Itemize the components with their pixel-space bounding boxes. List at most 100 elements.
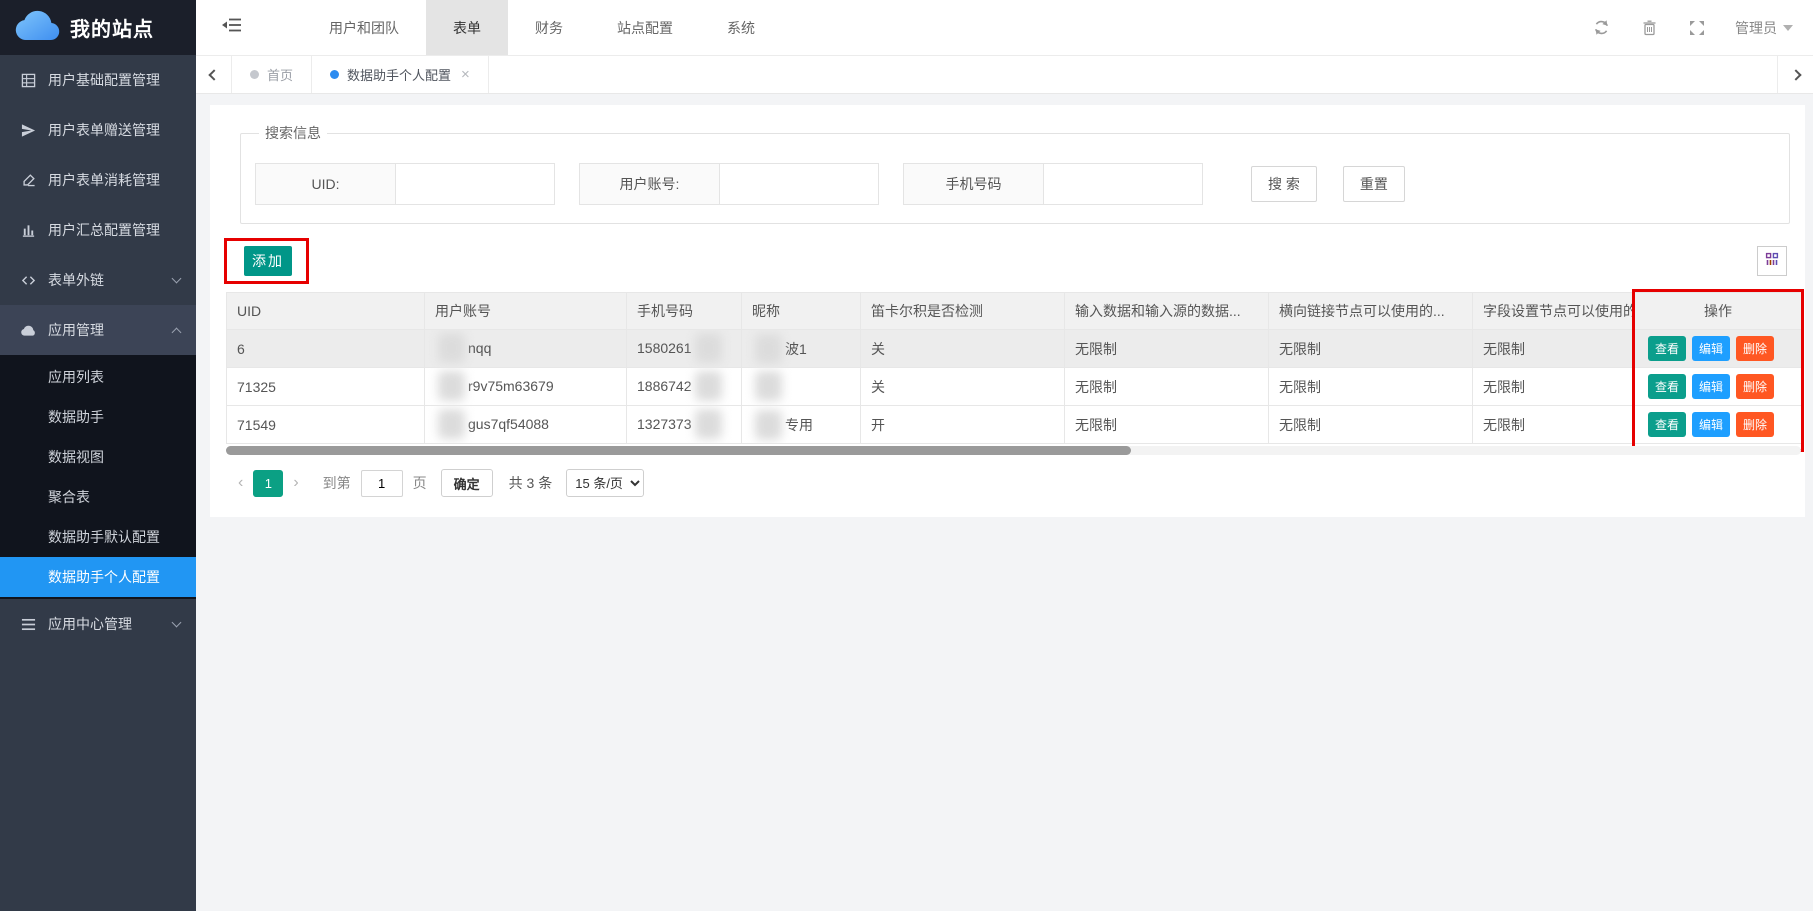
chevron-down-icon [1783,25,1793,31]
column-header: 输入数据和输入源的数据... [1065,293,1269,330]
goto-page-input[interactable] [361,470,403,497]
view-button[interactable]: 查看 [1648,412,1686,437]
sidebar-subitem[interactable]: 数据视图 [0,437,196,477]
column-settings-button[interactable] [1757,246,1787,276]
column-header: 手机号码 [627,293,742,330]
fullscreen-icon[interactable] [1673,20,1721,36]
redacted-blur [755,334,782,364]
redacted-blur [695,409,722,439]
nav-tab[interactable]: 表单 [426,0,508,55]
table-toolbar: 添加 [226,238,1795,284]
sidebar-subitem[interactable]: 数据助手个人配置 [0,557,196,597]
sidebar-item[interactable]: 用户汇总配置管理 [0,205,196,255]
breadcrumb-tabs: 首页数据助手个人配置× [232,56,489,93]
table-row: 71325r9v75m636791886742关无限制无限制无限制查看编辑删除 [227,368,1802,406]
horizontal-scrollbar [226,446,1801,455]
reset-button[interactable]: 重置 [1343,166,1405,202]
nav-tabs: 用户和团队表单财务站点配置系统 [302,0,782,55]
cell-nickname: 波1 [742,330,861,368]
sidebar-menu: 用户基础配置管理用户表单赠送管理用户表单消耗管理用户汇总配置管理表单外链应用管理 [0,55,196,355]
next-page-button[interactable]: › [283,474,308,492]
search-field: 手机号码 [903,163,1203,205]
field-input[interactable] [720,164,878,204]
field-label: 用户账号: [580,164,720,204]
field-input[interactable] [1044,164,1202,204]
edit-button[interactable]: 编辑 [1692,336,1730,361]
sidebar-bottom: 应用中心管理 [0,599,196,649]
data-table: UID用户账号手机号码昵称笛卡尔积是否检测输入数据和输入源的数据...横向链接节… [226,292,1802,444]
chevron-down-icon [172,274,182,284]
search-row: UID: 用户账号: 手机号码 搜 索 重置 [255,163,1789,205]
breadcrumb-tab[interactable]: 首页 [232,56,312,93]
add-button-highlight-box: 添加 [224,238,309,284]
view-button[interactable]: 查看 [1648,374,1686,399]
field-label: UID: [256,164,396,204]
redacted-blur [438,333,465,363]
tabs-scroll-left-button[interactable] [196,56,232,93]
cell-nickname: 专用 [742,406,861,444]
link-icon [20,272,36,288]
cell-account: nqq [425,330,627,368]
breadcrumb-tab[interactable]: 数据助手个人配置× [312,56,489,93]
collapse-sidebar-button[interactable] [196,16,266,39]
user-menu[interactable]: 管理员 [1735,18,1793,38]
refresh-icon[interactable] [1577,19,1626,36]
tab-dot-icon [330,70,339,79]
search-field: 用户账号: [579,163,879,205]
edit-button[interactable]: 编辑 [1692,374,1730,399]
page-size-select[interactable]: 15 条/页 [566,469,644,497]
cell-account: gus7qf54088 [425,406,627,444]
prev-page-button[interactable]: ‹ [228,474,253,492]
table-header-row: UID用户账号手机号码昵称笛卡尔积是否检测输入数据和输入源的数据...横向链接节… [227,293,1802,330]
sidebar-subitem[interactable]: 聚合表 [0,477,196,517]
scrollbar-thumb[interactable] [226,446,1131,455]
sidebar-subitem[interactable]: 数据助手默认配置 [0,517,196,557]
collapse-sidebar-icon [222,16,242,39]
column-header: UID [227,293,425,330]
cell-input-limit: 无限制 [1065,406,1269,444]
field-input[interactable] [396,164,554,204]
sidebar-item[interactable]: 用户表单消耗管理 [0,155,196,205]
sidebar-subitem[interactable]: 数据助手 [0,397,196,437]
nav-tab[interactable]: 财务 [508,0,590,55]
cell-cartesian: 开 [861,406,1065,444]
topbar-actions: 管理员 [1577,18,1813,38]
edit-button[interactable]: 编辑 [1692,412,1730,437]
chevron-right-icon [1790,69,1801,80]
current-page-button[interactable]: 1 [253,470,283,497]
search-field: UID: [255,163,555,205]
sidebar-item[interactable]: 应用中心管理 [0,599,196,649]
app-logo: 我的站点 [0,0,196,55]
content-panel: 搜索信息 UID:用户账号:手机号码 搜 索 重置 添加 [210,105,1805,517]
sidebar-item[interactable]: 用户基础配置管理 [0,55,196,105]
chevron-down-icon [172,618,182,628]
goto-label: 到第 [323,473,351,493]
delete-button[interactable]: 删除 [1736,412,1774,437]
nav-tab[interactable]: 系统 [700,0,782,55]
close-icon[interactable]: × [461,66,470,83]
bar-chart-icon [20,222,36,238]
sidebar-item[interactable]: 用户表单赠送管理 [0,105,196,155]
nav-tab[interactable]: 站点配置 [590,0,700,55]
cell-actions: 查看编辑删除 [1635,330,1802,368]
sidebar-submenu: 应用列表数据助手数据视图聚合表数据助手默认配置数据助手个人配置 [0,355,196,599]
delete-button[interactable]: 删除 [1736,374,1774,399]
cell-input-limit: 无限制 [1065,330,1269,368]
sidebar-item[interactable]: 表单外链 [0,255,196,305]
redacted-blur [755,371,782,401]
cell-phone: 1580261 [627,330,742,368]
chevron-left-icon [208,69,219,80]
sidebar-subitem[interactable]: 应用列表 [0,357,196,397]
redacted-blur [695,371,722,401]
delete-button[interactable]: 删除 [1736,336,1774,361]
goto-confirm-button[interactable]: 确定 [441,469,493,497]
sidebar-item[interactable]: 应用管理 [0,305,196,355]
nav-tab[interactable]: 用户和团队 [302,0,426,55]
trash-icon[interactable] [1626,20,1673,36]
search-button[interactable]: 搜 索 [1251,166,1317,202]
add-button[interactable]: 添加 [244,246,292,276]
column-header: 字段设置节点可以使用的 [1473,293,1635,330]
view-button[interactable]: 查看 [1648,336,1686,361]
cell-uid: 71325 [227,368,425,406]
tabs-scroll-right-button[interactable] [1777,56,1813,93]
